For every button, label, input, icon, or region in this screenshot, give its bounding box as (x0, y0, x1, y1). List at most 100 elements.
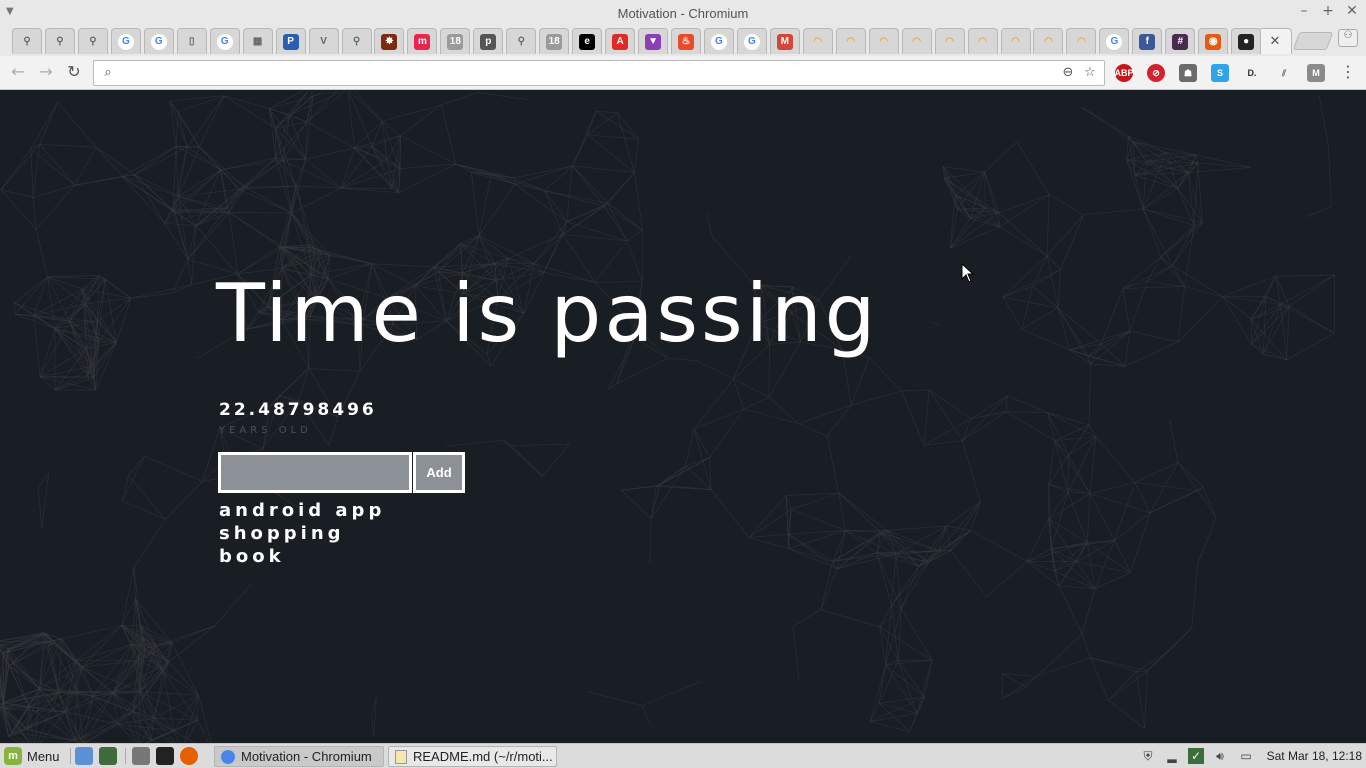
browser-tab[interactable]: P (275, 28, 306, 54)
browser-tab[interactable]: ⚲ (44, 28, 75, 54)
browser-tab[interactable]: ✸ (374, 28, 405, 54)
network-line (95, 146, 135, 175)
browser-tab[interactable]: ◠ (1000, 28, 1031, 54)
browser-tab[interactable]: 18 (539, 28, 570, 54)
browser-tab[interactable]: f (1132, 28, 1163, 54)
forward-button[interactable]: → (36, 62, 56, 82)
network-line (886, 525, 947, 531)
adblock-plus-icon[interactable]: ABP (1115, 64, 1134, 82)
back-button[interactable]: ← (8, 62, 28, 82)
s-icon[interactable]: S (1211, 64, 1229, 82)
task-input[interactable] (218, 452, 412, 493)
browser-tab[interactable]: ◉ (1198, 28, 1229, 54)
taskbar-window-readme[interactable]: README.md (~/r/moti... (388, 746, 557, 767)
profile-icon[interactable]: ⚇ (1338, 29, 1358, 47)
new-tab-button[interactable] (1292, 32, 1334, 50)
browser-tab[interactable]: ◠ (1033, 28, 1064, 54)
browser-tab[interactable]: ◠ (967, 28, 998, 54)
v-leaf-icon: V (320, 35, 327, 47)
network-line (172, 259, 189, 294)
start-menu-button[interactable]: m Menu (4, 746, 60, 766)
task-list: android app shopping book (219, 499, 385, 568)
reload-button[interactable]: ↻ (64, 62, 84, 82)
network-line (542, 444, 570, 477)
shield-icon[interactable]: ⛨ (1140, 748, 1156, 764)
network-line (514, 165, 573, 179)
update-manager-icon[interactable]: ✓ (1188, 748, 1204, 764)
browser-tab[interactable]: ● (1231, 28, 1262, 54)
network-line (984, 172, 1000, 213)
browser-tab[interactable]: V (308, 28, 339, 54)
show-desktop-icon[interactable] (75, 747, 93, 765)
browser-tab[interactable]: ◠ (1066, 28, 1097, 54)
browser-tab[interactable]: ⚲ (506, 28, 537, 54)
minimize-button[interactable]: – (1296, 3, 1312, 19)
browser-tab[interactable]: 18 (440, 28, 471, 54)
firefox-launcher-icon[interactable] (180, 747, 198, 765)
browser-tab[interactable]: G (143, 28, 174, 54)
battery-icon[interactable]: ▭ (1238, 748, 1254, 764)
browser-tab[interactable]: ◠ (868, 28, 899, 54)
browser-tab[interactable]: ◠ (802, 28, 833, 54)
network-line (198, 695, 212, 743)
browser-tab[interactable]: M (769, 28, 800, 54)
browser-tab[interactable]: ▼ (638, 28, 669, 54)
browser-tab[interactable]: ◠ (901, 28, 932, 54)
network-line (1147, 627, 1193, 672)
browser-tab[interactable]: ▦ (242, 28, 273, 54)
volume-icon[interactable]: 🔊︎ (1212, 748, 1228, 764)
browser-tab[interactable]: ⚲ (12, 28, 42, 54)
network-line (168, 625, 216, 663)
network-line (876, 552, 892, 605)
browser-tab[interactable]: A (605, 28, 636, 54)
browser-tab[interactable]: e (572, 28, 603, 54)
network-line (1134, 482, 1151, 513)
clock[interactable]: Sat Mar 18, 12:18 (1267, 749, 1362, 763)
task-item[interactable]: shopping (219, 522, 385, 545)
browser-tab[interactable]: # (1165, 28, 1196, 54)
browser-tab[interactable]: m (407, 28, 438, 54)
browser-tab[interactable]: G (110, 28, 141, 54)
network-signal-icon[interactable]: ▂ (1164, 748, 1180, 764)
file-manager-launcher-icon[interactable] (132, 747, 150, 765)
zoom-icon[interactable]: ⊖ (1060, 65, 1076, 81)
network-line (187, 259, 192, 285)
browser-tab[interactable]: G (736, 28, 767, 54)
d-icon[interactable]: D. (1243, 64, 1261, 82)
task-item[interactable]: android app (219, 499, 385, 522)
browser-tab[interactable]: G (703, 28, 734, 54)
network-line (634, 172, 643, 231)
bookmark-star-icon[interactable]: ☆ (1082, 65, 1098, 81)
browser-tab[interactable]: ▯ (176, 28, 207, 54)
address-bar[interactable]: ⌕ ⊖ ☆ (93, 60, 1105, 86)
network-line (1016, 141, 1050, 195)
network-line (121, 567, 135, 626)
task-item[interactable]: book (219, 545, 385, 568)
books-icon[interactable]: ⫽ (1275, 64, 1293, 82)
active-tab[interactable]: ✕ (1258, 28, 1292, 54)
add-button[interactable]: Add (413, 452, 465, 493)
browser-tab[interactable]: ◠ (934, 28, 965, 54)
address-input[interactable] (122, 63, 1052, 83)
browser-tab[interactable]: ♨ (671, 28, 701, 54)
taskbar-window-chromium[interactable]: Motivation - Chromium (214, 746, 384, 767)
network-line (946, 501, 981, 527)
maximize-button[interactable]: + (1320, 3, 1336, 19)
browser-menu-icon[interactable]: ⋮ (1338, 62, 1358, 82)
window-title: Motivation - Chromium (617, 6, 749, 21)
browser-tab[interactable]: ⚲ (77, 28, 108, 54)
browser-tab[interactable]: p (473, 28, 504, 54)
block-icon[interactable]: ⊘ (1147, 64, 1165, 82)
console-launcher-icon[interactable] (156, 747, 174, 765)
terminal-launcher-icon[interactable] (99, 747, 117, 765)
network-line (1275, 274, 1335, 277)
close-icon[interactable]: ✕ (1270, 34, 1281, 49)
close-window-button[interactable]: ✕ (1344, 3, 1360, 19)
browser-tab[interactable]: G (1099, 28, 1130, 54)
browser-tab[interactable]: ◠ (835, 28, 866, 54)
browser-tab[interactable]: ⚲ (341, 28, 372, 54)
facebook-icon: f (1139, 33, 1156, 50)
ghost-icon[interactable]: ☗ (1179, 64, 1197, 82)
m-gray-icon[interactable]: M (1307, 64, 1325, 82)
browser-tab[interactable]: G (209, 28, 240, 54)
